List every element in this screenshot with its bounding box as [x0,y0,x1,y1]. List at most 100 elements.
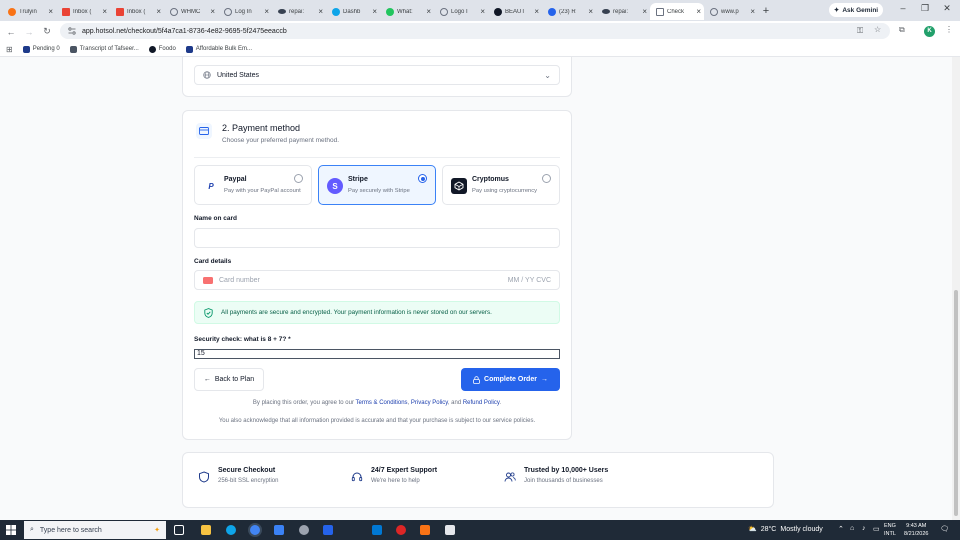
feature-secure-checkout: Secure Checkout 256-bit SSL encryption [198,467,278,484]
maximize-icon[interactable]: ❐ [915,3,935,14]
windows-start-icon[interactable] [6,525,16,535]
forward-arrow-icon[interactable]: → [20,27,38,37]
site-settings-icon[interactable] [68,27,76,35]
close-window-icon[interactable]: ✕ [937,3,957,14]
close-tab-icon[interactable]: × [48,7,53,16]
github-icon [494,7,502,16]
file-explorer-icon[interactable] [201,525,211,535]
language-indicator[interactable]: ENG INTL [884,522,896,538]
browser-tab[interactable]: Inbox (× [56,3,110,20]
close-tab-icon[interactable]: × [642,7,647,16]
browser-tab[interactable]: (23) R × [542,3,596,20]
card-number-placeholder: Card number [219,276,260,284]
payment-option-cryptomus[interactable]: Cryptomus Pay using cryptocurrency [442,165,560,205]
privacy-policy-link[interactable]: Privacy Policy [411,400,448,406]
profile-avatar[interactable]: K [924,26,935,37]
refund-policy-link[interactable]: Refund Policy [463,400,500,406]
password-key-icon[interactable]: ⚿ [857,26,863,36]
browser-tab[interactable]: repai: × [272,3,326,20]
close-tab-icon[interactable]: × [318,7,323,16]
windows-taskbar: ⌕ Type here to search ✦ ⛅ 28°C Mostly cl… [0,520,960,540]
browser-tab[interactable]: WHMC × [164,3,218,20]
browser-tab[interactable]: Inbox (× [110,3,164,20]
browser-tab[interactable]: Trulyin × [2,3,56,20]
close-tab-icon[interactable]: × [534,7,539,16]
address-bar[interactable]: app.hotsol.net/checkout/5f4a7ca1-8736-4e… [60,23,890,39]
notepad-icon[interactable] [445,525,455,535]
minimize-icon[interactable]: – [893,3,913,13]
browser-tab[interactable]: Logo I × [434,3,488,20]
taskbar-search-box[interactable]: ⌕ Type here to search ✦ [24,521,166,539]
close-tab-icon[interactable]: × [426,7,431,16]
tab-title: WHMC [181,8,201,15]
country-select[interactable]: United States ⌄ [194,65,560,85]
radio-cryptomus[interactable] [542,174,551,183]
chrome-icon[interactable] [250,525,260,535]
close-tab-icon[interactable]: × [156,7,161,16]
network-icon[interactable]: ⌂ [850,525,854,532]
close-tab-icon[interactable]: × [696,7,701,16]
weather-widget[interactable]: ⛅ 28°C Mostly cloudy [748,525,823,534]
bookmark-favicon-icon [69,45,77,53]
weather-text: Mostly cloudy [780,525,823,533]
extensions-icon[interactable]: ⧉ [899,25,905,35]
security-check-input[interactable]: 15 [194,349,560,359]
tab-title: BEAUT [505,8,526,15]
chevron-up-icon[interactable]: ⌃ [838,525,844,533]
arrow-left-icon: ← [203,376,211,383]
vscode-icon[interactable] [323,525,333,535]
bookmark-item[interactable]: Foodo [148,45,176,53]
store-icon[interactable] [274,525,284,535]
recorder-icon[interactable] [396,525,406,535]
back-to-plan-button[interactable]: ← Back to Plan [194,368,264,391]
app-icon[interactable] [420,525,430,535]
menu-kebab-icon[interactable]: ⋮ [945,25,953,34]
payment-option-paypal[interactable]: P Paypal Pay with your PayPal account [194,165,312,205]
app-icon[interactable] [299,525,309,535]
close-tab-icon[interactable]: × [480,7,485,16]
apps-grid-icon[interactable]: ⊞ [6,45,13,54]
volume-icon[interactable]: ♪ [862,525,866,532]
browser-tab[interactable]: What: × [380,3,434,20]
payment-method-subtitle: Choose your preferred payment method. [222,137,340,144]
browser-tab[interactable]: www.p × [704,3,758,20]
close-tab-icon[interactable]: × [264,7,269,16]
close-tab-icon[interactable]: × [210,7,215,16]
exp-cvc-placeholder[interactable]: MM / YY CVC [508,277,551,284]
complete-order-button[interactable]: Complete Order → [461,368,560,391]
arrow-right-icon: → [540,376,548,383]
terms-link[interactable]: Terms & Conditions [356,400,408,406]
bookmark-star-icon[interactable]: ☆ [874,25,881,34]
close-tab-icon[interactable]: × [372,7,377,16]
radio-stripe[interactable] [418,174,427,183]
feature-trusted-users: Trusted by 10,000+ Users Join thousands o… [504,467,608,484]
task-view-icon[interactable] [174,525,184,535]
ask-gemini-button[interactable]: ✦ Ask Gemini [829,3,883,17]
browser-tab-active[interactable]: Check × [650,3,704,20]
close-tab-icon[interactable]: × [588,7,593,16]
bookmark-item[interactable]: Affordable Bulk Em... [185,45,252,53]
back-arrow-icon[interactable]: ← [2,27,20,37]
security-check-label: Security check: what is 8 + 7? * [194,336,291,343]
edge-icon[interactable] [226,525,236,535]
legal-and: , and [447,400,462,406]
reload-icon[interactable]: ↻ [38,26,56,37]
system-clock[interactable]: 9:43 AM 8/21/2026 [904,522,928,538]
bookmark-item[interactable]: Transcript of Tafseer... [69,45,139,53]
browser-tab[interactable]: repai: × [596,3,650,20]
outlook-icon[interactable] [372,525,382,535]
name-on-card-input[interactable] [194,228,560,248]
browser-tab[interactable]: Log In × [218,3,272,20]
battery-icon[interactable]: ▭ [873,525,880,533]
payment-option-stripe[interactable]: S Stripe Pay securely with Stripe [318,165,436,205]
new-tab-button[interactable]: + [758,5,774,17]
card-number-input[interactable]: Card number MM / YY CVC [194,270,560,290]
radio-paypal[interactable] [294,174,303,183]
scrollbar-thumb[interactable] [954,290,958,516]
close-tab-icon[interactable]: × [102,7,107,16]
notification-icon[interactable]: 🗨 [940,525,949,533]
close-tab-icon[interactable]: × [750,7,755,16]
browser-tab[interactable]: Dashb × [326,3,380,20]
browser-tab[interactable]: BEAUT × [488,3,542,20]
bookmark-item[interactable]: Pending 0 [22,45,60,53]
